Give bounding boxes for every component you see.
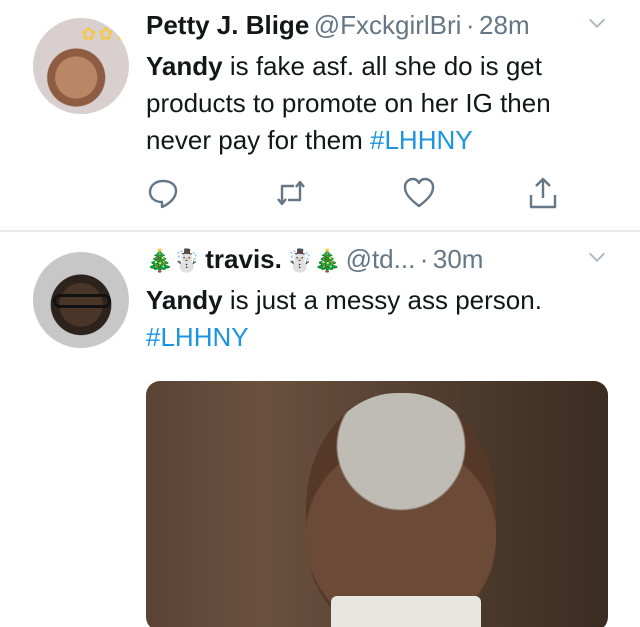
display-name-emoji: 🎄☃️ xyxy=(146,248,201,273)
tweet-header: 🎄☃️ travis. ☃️🎄 @td... · 30m xyxy=(146,244,620,284)
display-name[interactable]: travis. xyxy=(205,244,282,274)
hashtag-link[interactable]: #LHHNY xyxy=(370,125,473,155)
tweet[interactable]: ✿✿✿ Petty J. Blige @FxckgirlBri · 28m Ya… xyxy=(0,0,640,232)
tweet-header: Petty J. Blige @FxckgirlBri · 28m xyxy=(146,10,620,50)
separator: · xyxy=(465,10,475,40)
tweet-text: Yandy is fake asf. all she do is get pro… xyxy=(146,48,616,159)
display-name-emoji: ☃️🎄 xyxy=(286,248,342,273)
person-face-image xyxy=(306,393,496,627)
display-name[interactable]: Petty J. Blige xyxy=(146,10,309,40)
timestamp[interactable]: 28m xyxy=(479,10,530,40)
username[interactable]: @td... xyxy=(346,244,416,274)
shirt-collar-image xyxy=(331,596,481,627)
tweet-text: Yandy is just a messy ass person. #LHHNY xyxy=(146,282,616,356)
chevron-down-icon[interactable] xyxy=(586,12,608,34)
hashtag-link[interactable]: #LHHNY xyxy=(146,322,249,352)
timestamp[interactable]: 30m xyxy=(433,244,484,274)
tweet[interactable]: 🎄☃️ travis. ☃️🎄 @td... · 30m Yandy is ju… xyxy=(0,234,640,627)
avatar[interactable]: ✿✿✿ xyxy=(33,18,129,114)
bold-word: Yandy xyxy=(146,51,223,81)
chevron-down-icon[interactable] xyxy=(586,246,608,268)
retweet-icon[interactable] xyxy=(274,176,308,210)
action-bar xyxy=(146,176,576,212)
glasses-icon xyxy=(53,294,111,308)
username[interactable]: @FxckgirlBri xyxy=(314,10,462,40)
share-icon[interactable] xyxy=(526,176,560,210)
flower-crown-icon: ✿✿✿ xyxy=(81,24,129,44)
bold-word: Yandy xyxy=(146,285,223,315)
reply-icon[interactable] xyxy=(146,176,180,210)
like-icon[interactable] xyxy=(402,176,436,210)
avatar[interactable] xyxy=(33,252,129,348)
gif-media[interactable] xyxy=(146,381,608,627)
separator: · xyxy=(419,244,429,274)
tweet-body: is just a messy ass person. xyxy=(222,285,542,315)
